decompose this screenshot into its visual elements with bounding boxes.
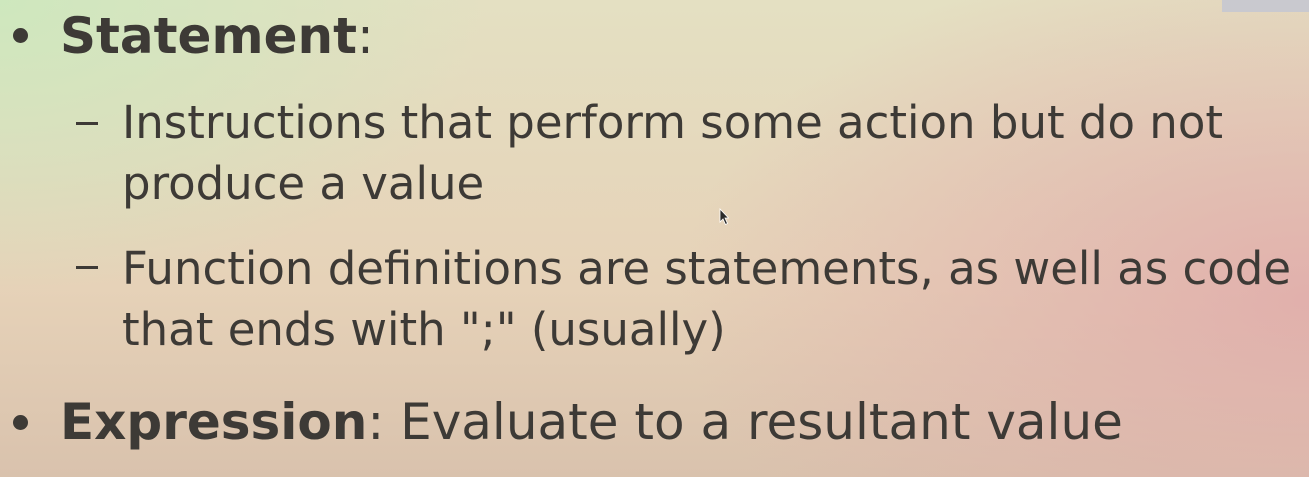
- statement-point-2-line2: that ends with ";" (usually): [122, 303, 726, 356]
- statement-separator: :: [356, 7, 374, 65]
- statement-point-1-line1: Instructions that perform some action bu…: [122, 96, 1224, 149]
- statement-point-2: Function definitions are statements, as …: [122, 238, 1291, 360]
- expression-line: Expression: Evaluate to a resultant valu…: [60, 392, 1123, 452]
- dash-marker-2: [76, 266, 98, 269]
- player-overlay-corner: [1222, 0, 1309, 12]
- bullet-dot-expression: [13, 415, 28, 430]
- statement-heading: Statement:: [60, 6, 374, 66]
- expression-term: Expression: [60, 393, 368, 451]
- bullet-dot-statement: [13, 28, 28, 43]
- mouse-pointer-icon: [719, 208, 729, 226]
- expression-definition: : Evaluate to a resultant value: [367, 393, 1123, 451]
- dash-marker-1: [76, 122, 98, 125]
- statement-point-1-line2: produce a value: [122, 157, 485, 210]
- statement-point-2-line1: Function definitions are statements, as …: [122, 242, 1292, 295]
- statement-point-1: Instructions that perform some action bu…: [122, 92, 1223, 214]
- statement-term: Statement: [60, 7, 357, 65]
